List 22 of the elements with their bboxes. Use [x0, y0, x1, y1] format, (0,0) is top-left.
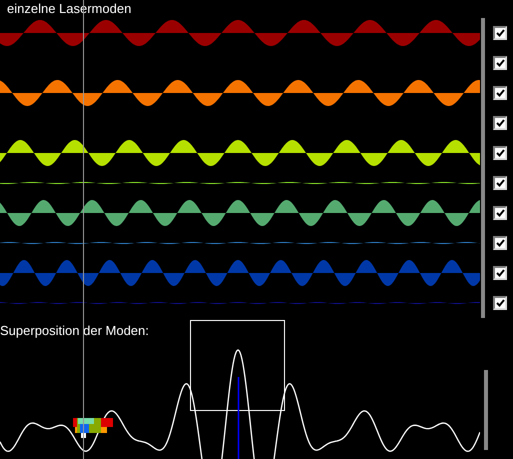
- checkbox[interactable]: [493, 86, 507, 100]
- checkbox[interactable]: [493, 146, 507, 160]
- check-icon: [496, 179, 504, 187]
- checkbox[interactable]: [493, 266, 507, 280]
- checkbox[interactable]: [493, 236, 507, 250]
- check-icon: [496, 59, 504, 67]
- check-icon: [496, 269, 504, 277]
- mode-marker-drawing: [73, 418, 113, 438]
- check-icon: [496, 29, 504, 37]
- superposition-label: Superposition der Moden:: [0, 322, 149, 340]
- checkbox[interactable]: [493, 296, 507, 310]
- check-icon: [496, 149, 504, 157]
- checkbox[interactable]: [493, 56, 507, 70]
- check-icon: [496, 89, 504, 97]
- checkbox[interactable]: [493, 116, 507, 130]
- check-icon: [496, 299, 504, 307]
- check-icon: [496, 119, 504, 127]
- checkbox[interactable]: [493, 176, 507, 190]
- check-icon: [496, 209, 504, 217]
- checkbox[interactable]: [493, 26, 507, 40]
- check-icon: [496, 239, 504, 247]
- checkbox[interactable]: [493, 206, 507, 220]
